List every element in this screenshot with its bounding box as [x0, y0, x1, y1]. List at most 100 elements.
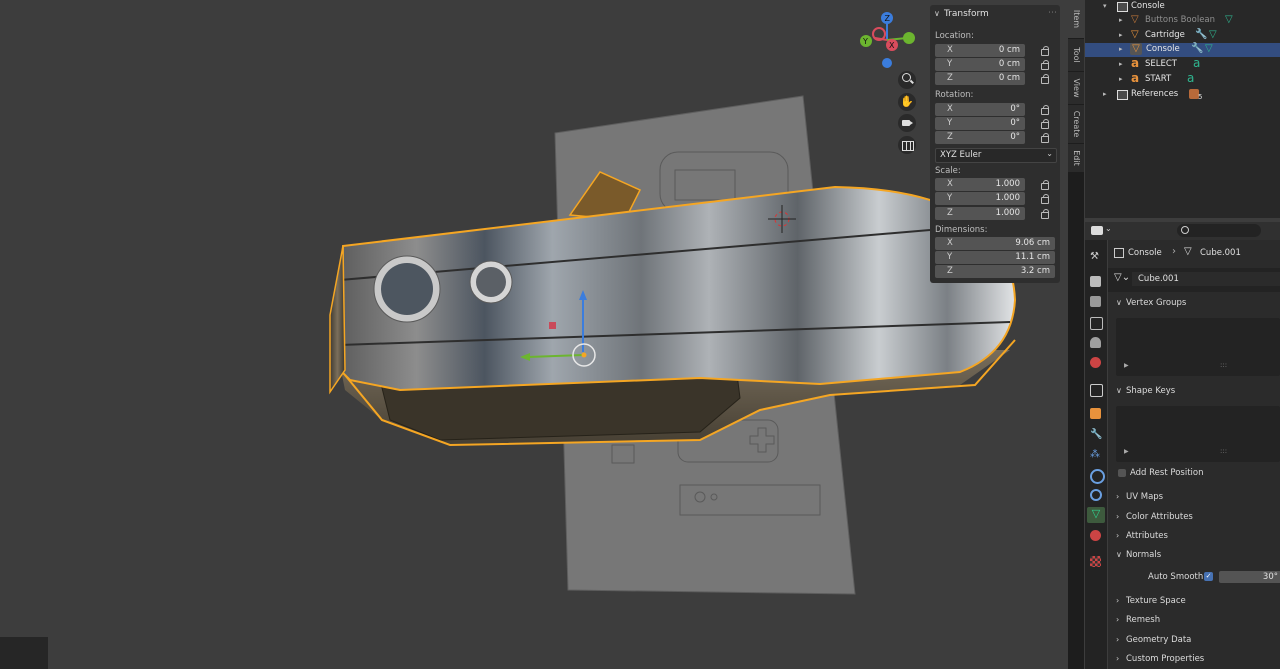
- wrench-modifier-icon[interactable]: 🔧: [1191, 43, 1203, 54]
- lock-icon[interactable]: [1040, 194, 1050, 204]
- dimensions-y-field[interactable]: Y 11.1 cm: [935, 251, 1055, 264]
- render-icon[interactable]: [1090, 276, 1101, 287]
- tab-edit[interactable]: Edit: [1068, 144, 1084, 173]
- chevron-right-icon[interactable]: ▸: [1119, 60, 1123, 68]
- lock-icon[interactable]: [1040, 209, 1050, 219]
- rotation-z-field[interactable]: Z 0°: [935, 131, 1025, 144]
- editor-type-icon[interactable]: [1091, 226, 1103, 235]
- text-data-icon[interactable]: a: [1193, 56, 1200, 70]
- lock-icon[interactable]: [1040, 105, 1050, 115]
- navigation-gizmo[interactable]: Z Y X: [855, 10, 920, 72]
- panel-attributes[interactable]: › Attributes: [1108, 528, 1280, 545]
- texture-icon[interactable]: [1090, 556, 1101, 567]
- collection-icon: [1117, 90, 1128, 100]
- panel-uv-maps[interactable]: › UV Maps: [1108, 489, 1280, 506]
- material-icon[interactable]: [1090, 530, 1101, 541]
- rotation-mode-select[interactable]: XYZ Euler ⌄: [935, 148, 1057, 163]
- drag-handle-icon[interactable]: ⋯: [1048, 8, 1057, 18]
- transform-panel-header[interactable]: ∨ Transform ⋯: [930, 8, 1060, 24]
- wrench-modifier-icon[interactable]: 🔧: [1090, 429, 1102, 440]
- panel-texture-space[interactable]: › Texture Space: [1108, 593, 1280, 610]
- pan-hand-icon[interactable]: ✋: [898, 93, 916, 111]
- auto-smooth-checkbox[interactable]: ✓: [1204, 572, 1213, 581]
- outliner-row-console[interactable]: ▸ ▽ Console 🔧 ▽: [1085, 43, 1280, 57]
- view-layer-icon[interactable]: [1090, 317, 1103, 330]
- lock-icon[interactable]: [1040, 74, 1050, 84]
- panel-normals[interactable]: ∨ Normals: [1108, 547, 1280, 564]
- outliner-row-console-collection[interactable]: ▾ Console: [1085, 0, 1280, 14]
- outliner-row-start[interactable]: ▸ a START a: [1085, 71, 1280, 87]
- chevron-right-icon[interactable]: ▸: [1119, 75, 1123, 83]
- wrench-modifier-icon[interactable]: 🔧: [1195, 29, 1207, 40]
- location-z-field[interactable]: Z 0 cm: [935, 72, 1025, 85]
- panel-shape-keys[interactable]: ∨ Shape Keys: [1108, 383, 1280, 400]
- physics-icon[interactable]: [1090, 469, 1105, 484]
- panel-vertex-groups[interactable]: ∨ Vertex Groups: [1108, 295, 1280, 312]
- gizmo-y-label: Y: [862, 37, 868, 46]
- world-icon[interactable]: [1090, 357, 1101, 368]
- grid-perspective-icon[interactable]: [898, 136, 916, 154]
- mesh-data-icon[interactable]: ▽: [1205, 43, 1213, 54]
- play-icon[interactable]: ▶: [1124, 362, 1129, 369]
- vertex-groups-list[interactable]: ▶ :::: [1116, 318, 1280, 376]
- rotation-y-field[interactable]: Y 0°: [935, 117, 1025, 130]
- tab-create[interactable]: Create: [1068, 105, 1084, 144]
- particles-icon[interactable]: ⁂: [1090, 449, 1101, 460]
- camera-icon[interactable]: [898, 114, 916, 132]
- auto-smooth-angle-field[interactable]: 30°: [1219, 571, 1280, 583]
- lock-icon[interactable]: [1040, 119, 1050, 129]
- output-icon[interactable]: [1090, 296, 1101, 307]
- mesh-data-icon[interactable]: ▽: [1209, 29, 1217, 40]
- lock-icon[interactable]: [1040, 133, 1050, 143]
- chevron-right-icon[interactable]: ▸: [1119, 31, 1123, 39]
- tab-item[interactable]: Item: [1068, 0, 1084, 39]
- tool-icon[interactable]: ⚒: [1090, 251, 1101, 262]
- chevron-down-icon[interactable]: ▾: [1103, 2, 1107, 10]
- text-data-icon[interactable]: a: [1187, 71, 1194, 85]
- panel-geometry-data[interactable]: › Geometry Data: [1108, 632, 1280, 649]
- chevron-down-icon[interactable]: ⌄: [1105, 224, 1112, 233]
- location-x-field[interactable]: X 0 cm: [935, 44, 1025, 57]
- add-rest-position-checkbox[interactable]: [1118, 469, 1126, 477]
- collection-icon[interactable]: [1090, 384, 1103, 397]
- chevron-down-icon: ∨: [1116, 386, 1122, 395]
- lock-icon[interactable]: [1040, 60, 1050, 70]
- panel-custom-properties[interactable]: › Custom Properties: [1108, 651, 1280, 668]
- lock-icon[interactable]: [1040, 46, 1050, 56]
- resize-grip-icon[interactable]: :::: [1220, 361, 1227, 369]
- mesh-data-icon[interactable]: ▽: [1225, 14, 1233, 25]
- location-y-field[interactable]: Y 0 cm: [935, 58, 1025, 71]
- mesh-data-icon[interactable]: ▽⌄: [1114, 272, 1130, 283]
- object-icon[interactable]: [1090, 408, 1101, 419]
- sidebar-tabs: Item Tool View Create Edit: [1068, 0, 1084, 669]
- scale-x-field[interactable]: X 1.000: [935, 178, 1025, 191]
- shape-keys-list[interactable]: ▶ :::: [1116, 406, 1280, 462]
- play-icon[interactable]: ▶: [1124, 448, 1129, 455]
- panel-color-attributes[interactable]: › Color Attributes: [1108, 509, 1280, 526]
- add-rest-position-row[interactable]: Add Rest Position: [1116, 467, 1280, 481]
- rotation-x-field[interactable]: X 0°: [935, 103, 1025, 116]
- mesh-name-field[interactable]: Cube.001: [1132, 272, 1280, 286]
- mesh-data-icon[interactable]: ▽: [1087, 507, 1105, 523]
- dimensions-z-field[interactable]: Z 3.2 cm: [935, 265, 1055, 278]
- dimensions-x-field[interactable]: X 9.06 cm: [935, 237, 1055, 250]
- resize-grip-icon[interactable]: :::: [1220, 447, 1227, 455]
- outliner-row-references[interactable]: ▸ References 5: [1085, 88, 1280, 102]
- chevron-right-icon[interactable]: ▸: [1119, 16, 1123, 24]
- zoom-icon[interactable]: [898, 71, 916, 89]
- tab-tool[interactable]: Tool: [1068, 39, 1084, 72]
- chevron-right-icon[interactable]: ▸: [1119, 45, 1123, 53]
- scene-icon[interactable]: [1090, 337, 1101, 348]
- scale-y-field[interactable]: Y 1.000: [935, 192, 1025, 205]
- tab-view[interactable]: View: [1068, 72, 1084, 105]
- outliner-row-select[interactable]: ▸ a SELECT a: [1085, 56, 1280, 72]
- search-input[interactable]: [1177, 224, 1261, 237]
- 3d-viewport[interactable]: Z Y X ✋: [0, 0, 1068, 669]
- chevron-right-icon[interactable]: ▸: [1103, 90, 1107, 98]
- outliner-row-cartridge[interactable]: ▸ ▽ Cartridge 🔧 ▽: [1085, 29, 1280, 43]
- lock-icon[interactable]: [1040, 180, 1050, 190]
- outliner-row-buttons-boolean[interactable]: ▸ ▽ Buttons Boolean ▽: [1085, 14, 1280, 28]
- panel-remesh[interactable]: › Remesh: [1108, 612, 1280, 629]
- scale-z-field[interactable]: Z 1.000: [935, 207, 1025, 220]
- constraints-icon[interactable]: [1090, 489, 1102, 501]
